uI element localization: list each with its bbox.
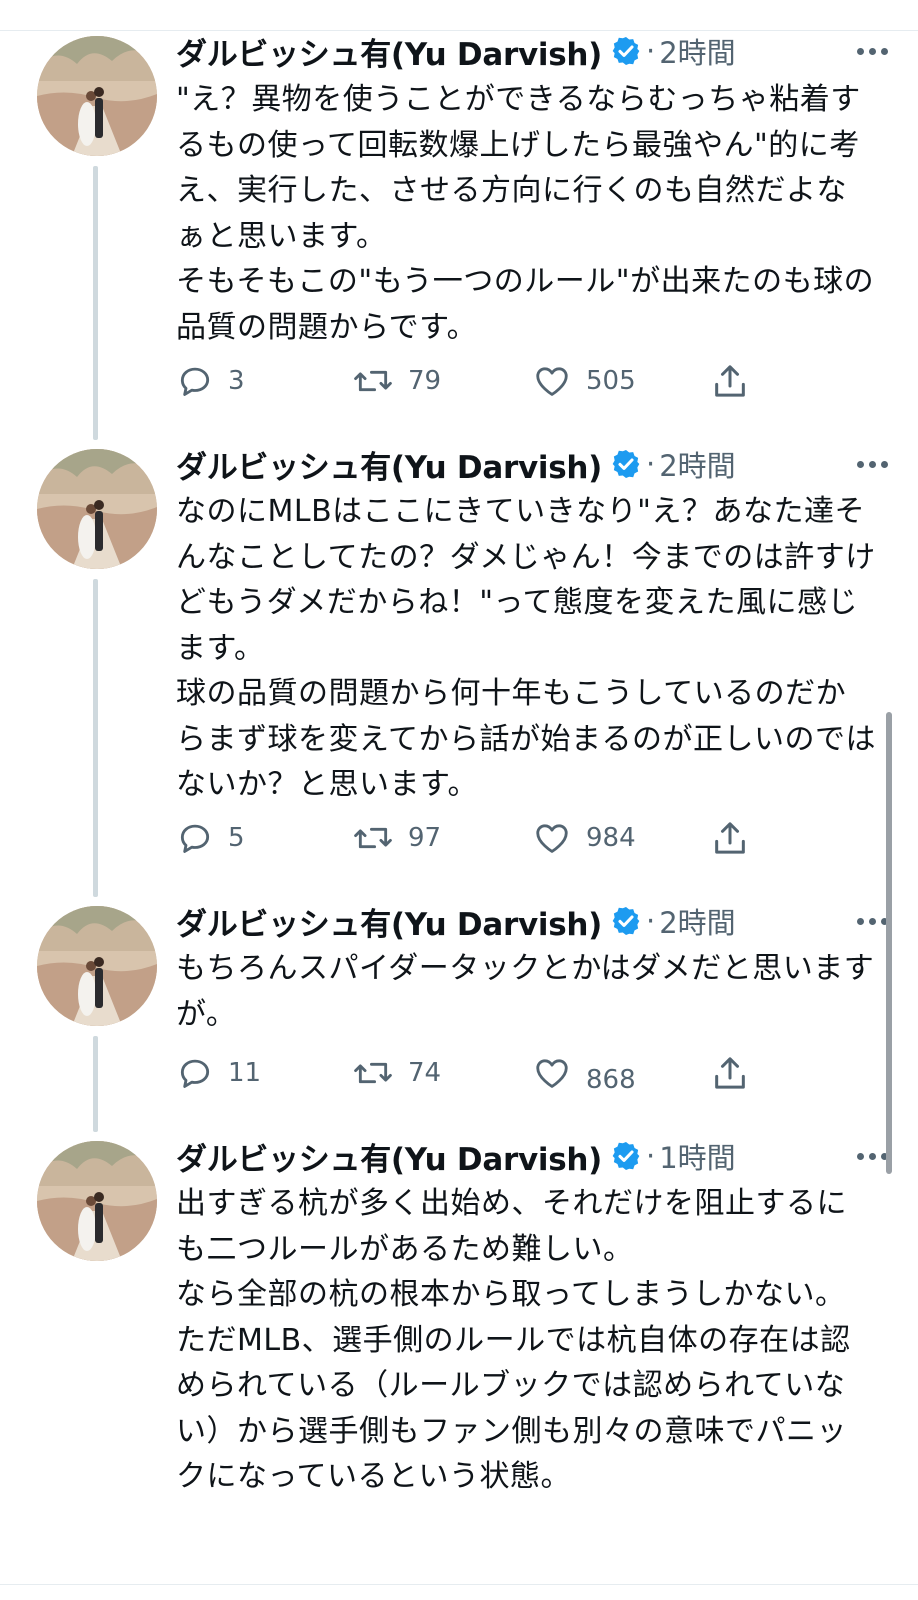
like-count: 868 <box>586 1065 636 1095</box>
avatar-photo-icon <box>37 1141 157 1261</box>
retweet-count: 97 <box>408 823 442 853</box>
tweet-text: なのにMLBはここにきていきなり"え？あなた達そんなことしてたの？ダメじゃん！今… <box>176 494 876 802</box>
like-count: 984 <box>586 823 636 853</box>
like-count: 505 <box>586 366 636 396</box>
tweet-header: ダルビッシュ有(Yu Darvish) · 2時間 <box>176 898 888 944</box>
tweet-time[interactable]: 2時間 <box>659 900 735 942</box>
scrollbar-thumb[interactable] <box>886 712 892 1174</box>
like-button[interactable]: 868 <box>532 1050 636 1096</box>
tweet-time[interactable]: 2時間 <box>659 443 735 485</box>
retweet-button[interactable]: 74 <box>352 1050 441 1096</box>
heart-icon <box>536 824 568 853</box>
heart-icon <box>536 1059 568 1088</box>
share-button[interactable] <box>710 815 750 861</box>
tweet-actions: 11 74 868 <box>176 1050 766 1096</box>
share-icon <box>715 1057 745 1089</box>
thread-connector <box>93 579 98 897</box>
verified-badge-icon <box>612 450 640 478</box>
share-button[interactable] <box>710 358 750 404</box>
like-button[interactable]: 984 <box>532 815 636 861</box>
author-name[interactable]: ダルビッシュ有(Yu Darvish) <box>176 899 602 944</box>
tweet-actions: 5 97 984 <box>176 815 766 861</box>
avatar-photo-icon <box>37 36 157 156</box>
author-name[interactable]: ダルビッシュ有(Yu Darvish) <box>176 1134 602 1179</box>
more-dots-icon[interactable] <box>857 441 888 487</box>
reply-icon <box>180 367 210 396</box>
share-icon <box>715 822 745 854</box>
avatar-photo-icon <box>37 449 157 569</box>
tweet-text: "え？異物を使うことができるならむっちゃ粘着するもの使って回転数爆上げしたら最強… <box>176 82 875 345</box>
reply-icon <box>180 824 210 853</box>
meta-separator: · <box>645 34 656 68</box>
like-button[interactable]: 505 <box>532 358 636 404</box>
meta-separator: · <box>645 904 656 938</box>
tweet-time[interactable]: 1時間 <box>659 1135 735 1177</box>
retweet-button[interactable]: 79 <box>352 358 441 404</box>
more-dots-icon[interactable] <box>857 898 888 944</box>
more-dots-icon[interactable] <box>857 28 888 74</box>
reply-button[interactable]: 11 <box>176 1050 261 1096</box>
verified-badge-icon <box>612 1142 640 1170</box>
thread-connector <box>93 1036 98 1132</box>
author-name[interactable]: ダルビッシュ有(Yu Darvish) <box>176 442 602 487</box>
tweet-header: ダルビッシュ有(Yu Darvish) · 2時間 <box>176 28 888 74</box>
tweet-actions: 3 79 505 <box>176 358 766 404</box>
avatar[interactable] <box>37 449 157 569</box>
reply-count: 11 <box>228 1058 262 1088</box>
retweet-count: 79 <box>408 366 442 396</box>
reply-count: 5 <box>228 823 245 853</box>
retweet-count: 74 <box>408 1058 442 1088</box>
retweet-icon <box>354 827 392 849</box>
retweet-icon <box>354 370 392 392</box>
verified-badge-icon <box>612 37 640 65</box>
verified-badge-icon <box>612 907 640 935</box>
avatar[interactable] <box>37 36 157 156</box>
thread-connector <box>93 166 98 440</box>
tweet-text: もちろんスパイダータックとかはダメだと思いますが。 <box>176 951 875 1032</box>
retweet-icon <box>354 1062 392 1084</box>
bottom-divider <box>0 1584 918 1585</box>
tweet-header: ダルビッシュ有(Yu Darvish) · 2時間 <box>176 441 888 487</box>
avatar[interactable] <box>37 1141 157 1261</box>
reply-count: 3 <box>228 366 245 396</box>
share-button[interactable] <box>710 1050 750 1096</box>
reply-icon <box>180 1059 210 1088</box>
meta-separator: · <box>645 447 656 481</box>
tweet-text: 出すぎる杭が多く出始め、それだけを阻止するにも二つルールがあるため難しい。 なら… <box>176 1186 851 1494</box>
retweet-button[interactable]: 97 <box>352 815 441 861</box>
reply-button[interactable]: 5 <box>176 815 245 861</box>
reply-button[interactable]: 3 <box>176 358 245 404</box>
avatar[interactable] <box>37 906 157 1026</box>
tweet-header: ダルビッシュ有(Yu Darvish) · 1時間 <box>176 1133 888 1179</box>
more-dots-icon[interactable] <box>857 1133 888 1179</box>
author-name[interactable]: ダルビッシュ有(Yu Darvish) <box>176 29 602 74</box>
tweet-time[interactable]: 2時間 <box>659 30 735 72</box>
heart-icon <box>536 367 568 396</box>
meta-separator: · <box>645 1139 656 1173</box>
share-icon <box>715 365 745 397</box>
avatar-photo-icon <box>37 906 157 1026</box>
